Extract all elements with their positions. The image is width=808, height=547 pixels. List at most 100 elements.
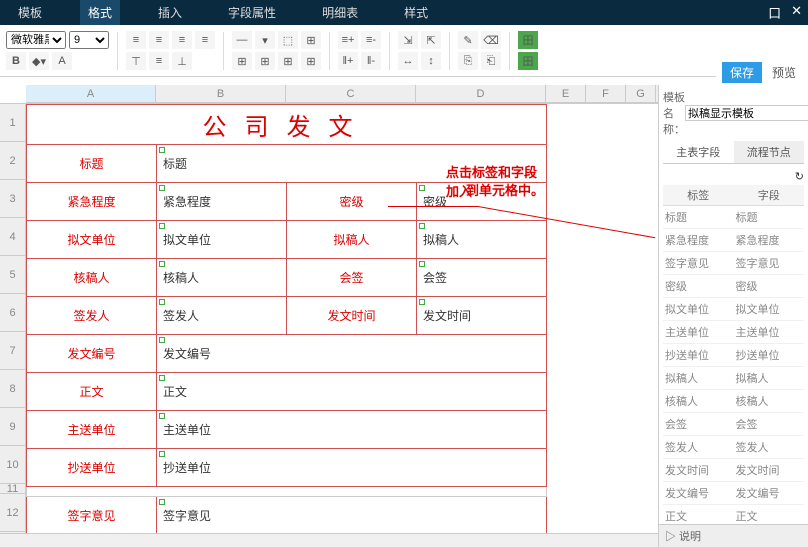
col-C[interactable]: C bbox=[286, 85, 416, 102]
row-9[interactable]: 9 bbox=[0, 408, 25, 446]
cell-B8[interactable]: 正文 bbox=[157, 373, 547, 411]
valign-mid-button[interactable]: ≡ bbox=[149, 52, 169, 70]
refresh-icon[interactable]: ↻ bbox=[795, 171, 804, 183]
list-item[interactable]: 密级 bbox=[734, 275, 805, 298]
list-item[interactable]: 密级 bbox=[663, 275, 734, 298]
merge-4-button[interactable]: ⊞ bbox=[301, 52, 321, 70]
cell-B7[interactable]: 发文编号 bbox=[157, 335, 547, 373]
cell-A8[interactable]: 正文 bbox=[27, 373, 157, 411]
row-2[interactable]: 2 bbox=[0, 142, 25, 180]
menu-detail[interactable]: 明细表 bbox=[314, 0, 366, 25]
close-icon[interactable]: ✕ bbox=[791, 3, 802, 22]
cell-B12[interactable]: 签字意见 bbox=[157, 497, 547, 535]
valign-top-button[interactable]: ⊤ bbox=[126, 52, 146, 70]
list-item[interactable]: 发文时间 bbox=[734, 459, 805, 482]
menu-fieldattr[interactable]: 字段属性 bbox=[220, 0, 284, 25]
clear-button[interactable]: ⌫ bbox=[481, 31, 501, 49]
row-1[interactable]: 1 bbox=[0, 104, 25, 142]
autofit-3-button[interactable]: ↔ bbox=[398, 52, 418, 70]
edit-button[interactable]: ✎ bbox=[458, 31, 478, 49]
cell-A6[interactable]: 签发人 bbox=[27, 297, 157, 335]
font-color-button[interactable]: A bbox=[52, 52, 72, 70]
row-5[interactable]: 5 bbox=[0, 256, 25, 294]
cell-A12[interactable]: 签字意见 bbox=[27, 497, 157, 535]
cell-title[interactable]: 公司发文 bbox=[27, 105, 547, 145]
font-size-select[interactable]: 9 bbox=[69, 31, 109, 49]
list-item[interactable]: 签字意见 bbox=[663, 252, 734, 275]
cell-B5[interactable]: 核稿人 bbox=[157, 259, 287, 297]
cell-B4[interactable]: 拟文单位 bbox=[157, 221, 287, 259]
merge-3-button[interactable]: ⊞ bbox=[278, 52, 298, 70]
list-item[interactable]: 主送单位 bbox=[734, 321, 805, 344]
horizontal-scrollbar[interactable] bbox=[0, 533, 658, 547]
list-item[interactable]: 标题 bbox=[734, 206, 805, 229]
row-7[interactable]: 7 bbox=[0, 332, 25, 370]
tab-flownodes[interactable]: 流程节点 bbox=[734, 141, 805, 163]
list-item[interactable]: 发文编号 bbox=[663, 482, 734, 505]
valign-bot-button[interactable]: ⊥ bbox=[172, 52, 192, 70]
autofit-1-button[interactable]: ⇲ bbox=[398, 31, 418, 49]
list-item[interactable]: 紧急程度 bbox=[734, 229, 805, 252]
list-item[interactable]: 拟文单位 bbox=[734, 298, 805, 321]
merge-1-button[interactable]: ⊞ bbox=[232, 52, 252, 70]
line-color-button[interactable]: ▾ bbox=[255, 31, 275, 49]
align-right-button[interactable]: ≡ bbox=[172, 31, 192, 49]
cell-A5[interactable]: 核稿人 bbox=[27, 259, 157, 297]
list-item[interactable]: 抄送单位 bbox=[663, 344, 734, 367]
paste-button[interactable]: ⎗ bbox=[481, 52, 501, 70]
align-center-button[interactable]: ≡ bbox=[149, 31, 169, 49]
template-name-input[interactable] bbox=[685, 105, 808, 121]
cell-B9[interactable]: 主送单位 bbox=[157, 411, 547, 449]
panel-footer[interactable]: ▷ 说明 bbox=[659, 524, 808, 547]
merge-2-button[interactable]: ⊞ bbox=[255, 52, 275, 70]
cell-A2[interactable]: 标题 bbox=[27, 145, 157, 183]
list-item[interactable]: 核稿人 bbox=[663, 390, 734, 413]
insert-row-button[interactable]: ≡+ bbox=[338, 31, 358, 49]
list-item[interactable]: 核稿人 bbox=[734, 390, 805, 413]
delete-col-button[interactable]: ‖- bbox=[361, 52, 381, 70]
menu-style[interactable]: 样式 bbox=[396, 0, 436, 25]
list-item[interactable]: 拟文单位 bbox=[663, 298, 734, 321]
save-button[interactable]: 保存 bbox=[722, 62, 762, 83]
col-D[interactable]: D bbox=[416, 85, 546, 102]
list-item[interactable]: 拟稿人 bbox=[734, 367, 805, 390]
col-F[interactable]: F bbox=[586, 85, 626, 102]
tab-mainfields[interactable]: 主表字段 bbox=[663, 141, 734, 163]
list-item[interactable]: 签字意见 bbox=[734, 252, 805, 275]
insert-col-button[interactable]: ‖+ bbox=[338, 52, 358, 70]
row-4[interactable]: 4 bbox=[0, 218, 25, 256]
cell-D4[interactable]: 拟稿人 bbox=[417, 221, 547, 259]
row-11[interactable]: 11 bbox=[0, 484, 25, 494]
cell-C6[interactable]: 发文时间 bbox=[287, 297, 417, 335]
border-line-button[interactable]: — bbox=[232, 31, 252, 49]
menu-insert[interactable]: 插入 bbox=[150, 0, 190, 25]
cell-gap[interactable] bbox=[27, 487, 547, 497]
cell-D3[interactable]: 密级 bbox=[417, 183, 547, 221]
fill-color-button[interactable]: ◆▾ bbox=[29, 52, 49, 70]
cell-B10[interactable]: 抄送单位 bbox=[157, 449, 547, 487]
col-A[interactable]: A bbox=[26, 85, 156, 102]
list-item[interactable]: 签发人 bbox=[663, 436, 734, 459]
col-G[interactable]: G bbox=[626, 85, 656, 102]
cell-D6[interactable]: 发文时间 bbox=[417, 297, 547, 335]
list-item[interactable]: 发文时间 bbox=[663, 459, 734, 482]
list-item[interactable]: 会签 bbox=[734, 413, 805, 436]
row-10[interactable]: 10 bbox=[0, 446, 25, 484]
cell-A7[interactable]: 发文编号 bbox=[27, 335, 157, 373]
cell-B2[interactable]: 标题 bbox=[157, 145, 547, 183]
list-item[interactable]: 抄送单位 bbox=[734, 344, 805, 367]
border-all-button[interactable]: ⊞ bbox=[301, 31, 321, 49]
grid-toggle-2-button[interactable]: 田 bbox=[518, 52, 538, 70]
sheet[interactable]: 公司发文 标题 标题 紧急程度 紧急程度 密级 密级 拟文单位 拟文单位 bbox=[26, 104, 547, 547]
list-item[interactable]: 标题 bbox=[663, 206, 734, 229]
cell-B3[interactable]: 紧急程度 bbox=[157, 183, 287, 221]
list-item[interactable]: 拟稿人 bbox=[663, 367, 734, 390]
menu-template[interactable]: 模板 bbox=[10, 0, 50, 25]
grid-toggle-1-button[interactable]: 田 bbox=[518, 31, 538, 49]
copy-button[interactable]: ⎘ bbox=[458, 52, 478, 70]
cell-A9[interactable]: 主送单位 bbox=[27, 411, 157, 449]
bold-button[interactable]: B bbox=[6, 52, 26, 70]
col-E[interactable]: E bbox=[546, 85, 586, 102]
col-B[interactable]: B bbox=[156, 85, 286, 102]
menu-format[interactable]: 格式 bbox=[80, 0, 120, 25]
